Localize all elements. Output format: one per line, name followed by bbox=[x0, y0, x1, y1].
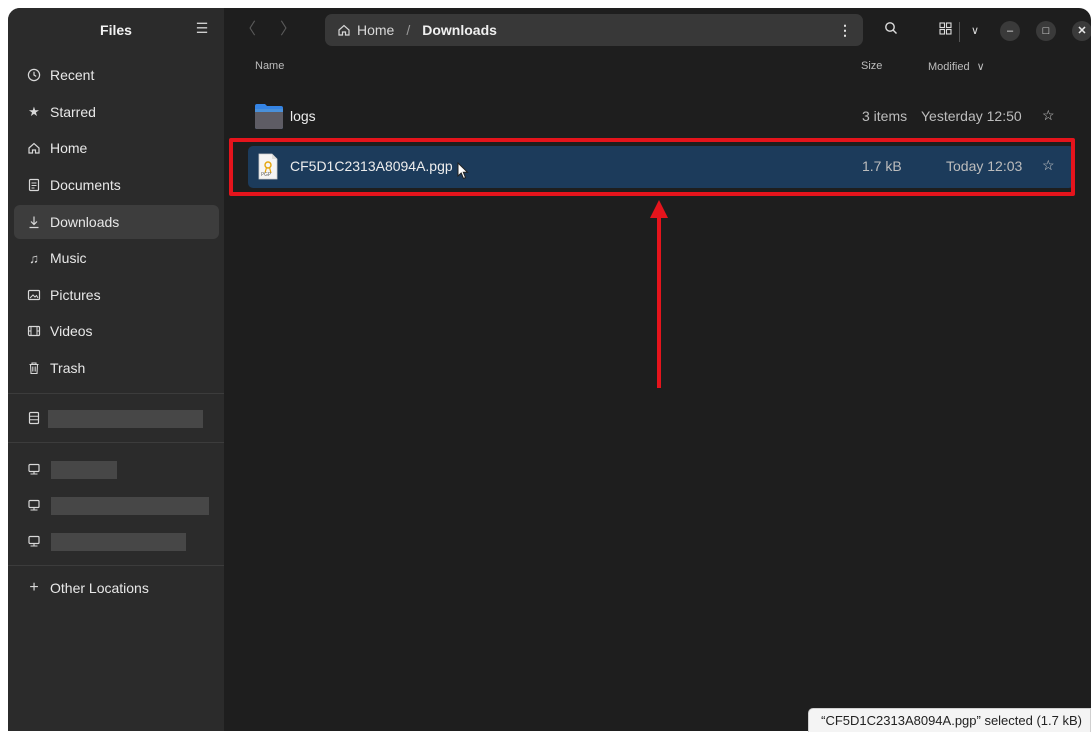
column-header-modified[interactable]: Modified ∨ bbox=[928, 60, 985, 73]
sidebar-item-videos[interactable]: Videos bbox=[14, 314, 219, 348]
sidebar-item-home[interactable]: Home bbox=[14, 131, 219, 165]
sidebar-item-other-locations[interactable]: + Other Locations bbox=[14, 571, 219, 605]
sidebar-item-label: Downloads bbox=[50, 214, 120, 230]
document-icon bbox=[26, 177, 42, 193]
sort-chevron-icon: ∨ bbox=[976, 61, 985, 73]
sidebar-divider bbox=[8, 393, 224, 394]
minimize-button[interactable]: – bbox=[1000, 21, 1020, 41]
sidebar-item-label: Other Locations bbox=[50, 580, 149, 596]
file-row[interactable]: logs 3 items Yesterday 12:50 ☆ bbox=[248, 96, 1074, 138]
sidebar-item-label: Videos bbox=[50, 323, 93, 339]
breadcrumb-home[interactable]: Home bbox=[337, 22, 394, 38]
file-manager-window: Files ☰ Recent ★ Starred Home Documents bbox=[8, 8, 1091, 731]
close-button[interactable]: ✕ bbox=[1072, 21, 1091, 41]
back-button[interactable]: 〈 bbox=[238, 20, 258, 40]
sidebar-item-pictures[interactable]: Pictures bbox=[14, 278, 219, 312]
breadcrumb-label: Home bbox=[357, 22, 395, 38]
breadcrumb-current[interactable]: Downloads bbox=[422, 22, 497, 38]
sidebar-divider bbox=[8, 565, 224, 566]
sidebar-item-trash[interactable]: Trash bbox=[14, 351, 219, 385]
grid-view-icon[interactable] bbox=[934, 20, 956, 42]
sidebar-item-label: Home bbox=[50, 140, 88, 156]
picture-icon bbox=[26, 287, 42, 303]
folder-icon bbox=[254, 102, 284, 133]
status-bar: “CF5D1C2313A8094A.pgp” selected (1.7 kB) bbox=[808, 708, 1091, 732]
sidebar-item-label: Recent bbox=[50, 67, 95, 83]
redacted-label bbox=[51, 461, 117, 479]
sidebar: Files ☰ Recent ★ Starred Home Documents bbox=[8, 8, 224, 731]
file-name: logs bbox=[290, 108, 316, 124]
maximize-button[interactable]: □ bbox=[1036, 21, 1056, 41]
redacted-label bbox=[51, 497, 209, 515]
file-modified: Yesterday 12:50 bbox=[921, 108, 1022, 124]
trash-icon bbox=[26, 360, 42, 376]
sidebar-item-label: Starred bbox=[50, 104, 96, 120]
plus-icon: + bbox=[29, 579, 39, 596]
music-icon: ♫ bbox=[29, 250, 39, 266]
sidebar-item-label: Pictures bbox=[50, 287, 101, 303]
annotation-arrow bbox=[650, 200, 668, 388]
network-drive-icon bbox=[26, 533, 42, 549]
redacted-label bbox=[48, 410, 203, 428]
drive-icon bbox=[26, 410, 42, 426]
download-icon bbox=[26, 214, 42, 230]
header-bar: 〈 〉 Home / Downloads ⋮ ∨ – □ ✕ bbox=[224, 8, 1091, 52]
forward-button[interactable]: 〉 bbox=[278, 20, 298, 40]
sidebar-item-label: Trash bbox=[50, 360, 86, 376]
toolbar-divider bbox=[959, 22, 960, 42]
more-options-icon[interactable]: ⋮ bbox=[835, 20, 855, 40]
video-icon bbox=[26, 323, 42, 339]
sidebar-item-recent[interactable]: Recent bbox=[14, 58, 219, 92]
sidebar-item-documents[interactable]: Documents bbox=[14, 168, 219, 202]
redacted-label bbox=[51, 533, 186, 551]
star-icon: ★ bbox=[28, 104, 40, 119]
home-icon bbox=[26, 140, 42, 156]
column-header-label: Modified bbox=[928, 61, 970, 73]
annotation-highlight-box bbox=[229, 138, 1075, 196]
sidebar-item-downloads[interactable]: Downloads bbox=[14, 205, 219, 239]
sidebar-item-label: Documents bbox=[50, 177, 121, 193]
path-bar[interactable]: Home / Downloads ⋮ bbox=[325, 14, 863, 46]
breadcrumb-separator: / bbox=[406, 22, 411, 38]
network-drive-icon bbox=[26, 497, 42, 513]
sidebar-item-starred[interactable]: ★ Starred bbox=[14, 95, 219, 129]
hamburger-menu-icon[interactable]: ☰ bbox=[194, 20, 210, 36]
file-size: 3 items bbox=[862, 108, 908, 124]
network-drive-icon bbox=[26, 461, 42, 477]
sidebar-header: Files ☰ bbox=[8, 8, 224, 54]
sidebar-divider bbox=[8, 442, 224, 443]
sidebar-item-music[interactable]: ♫ Music bbox=[14, 241, 219, 275]
clock-icon bbox=[26, 67, 42, 83]
chevron-down-icon[interactable]: ∨ bbox=[964, 20, 986, 42]
star-toggle-icon[interactable]: ☆ bbox=[1042, 107, 1055, 124]
search-icon[interactable] bbox=[880, 20, 902, 42]
sidebar-item-label: Music bbox=[50, 250, 87, 266]
column-header-name[interactable]: Name bbox=[255, 60, 284, 72]
home-icon bbox=[337, 23, 351, 37]
app-title: Files bbox=[100, 22, 132, 38]
column-header-size[interactable]: Size bbox=[861, 60, 882, 72]
